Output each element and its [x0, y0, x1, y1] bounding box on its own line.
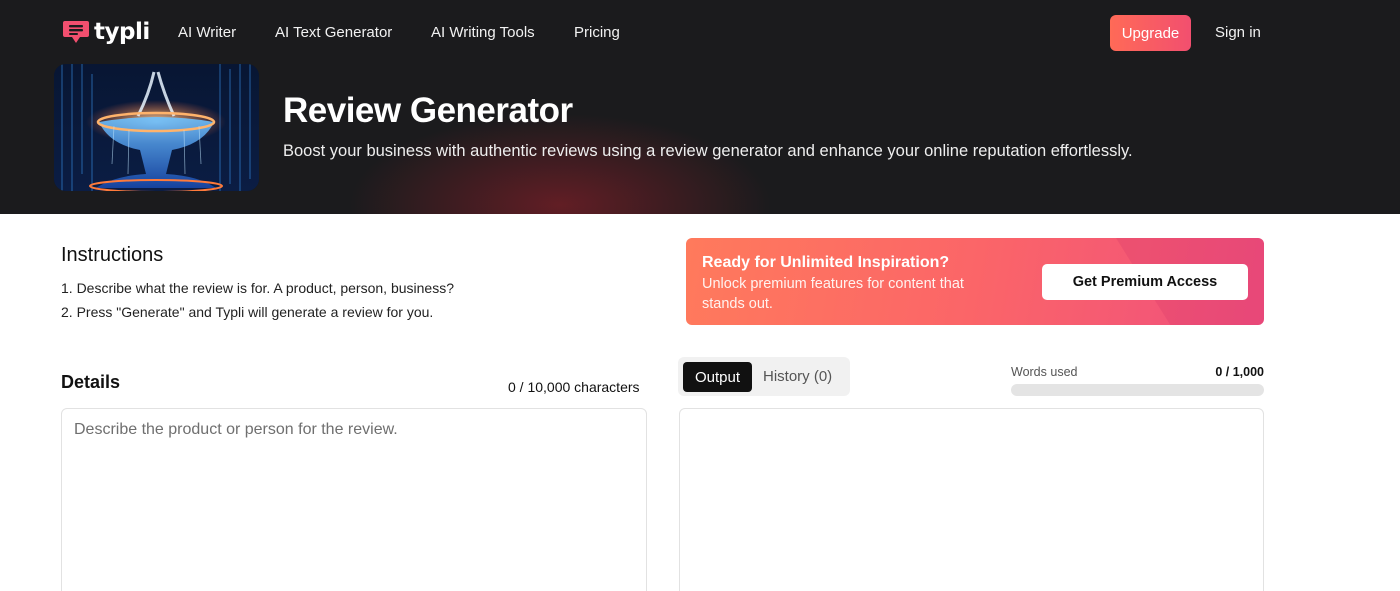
details-input[interactable]	[61, 408, 647, 591]
nav-link-ai-writer[interactable]: AI Writer	[178, 24, 236, 41]
sign-in-link[interactable]: Sign in	[1215, 24, 1261, 41]
get-premium-access-button[interactable]: Get Premium Access	[1042, 264, 1248, 300]
output-area[interactable]	[679, 408, 1264, 591]
hero-header: typli AI Writer AI Text Generator AI Wri…	[0, 0, 1400, 214]
page-title: Review Generator	[283, 91, 573, 130]
instruction-step-2: 2. Press "Generate" and Typli will gener…	[61, 304, 434, 320]
words-used-label: Words used	[1011, 365, 1078, 379]
premium-promo-banner: Ready for Unlimited Inspiration? Unlock …	[686, 238, 1264, 325]
page-subtitle: Boost your business with authentic revie…	[283, 142, 1133, 160]
tab-history[interactable]: History (0)	[763, 368, 832, 385]
logo[interactable]: typli	[61, 17, 150, 47]
promo-text: Unlock premium features for content that…	[702, 276, 964, 312]
words-used-progress-bar	[1011, 384, 1264, 396]
nav-link-ai-writing-tools[interactable]: AI Writing Tools	[431, 24, 535, 41]
typli-logo-icon	[63, 21, 89, 43]
top-nav: typli AI Writer AI Text Generator AI Wri…	[0, 0, 1400, 66]
instructions-title: Instructions	[61, 244, 164, 266]
tab-output[interactable]: Output	[683, 362, 752, 392]
upgrade-button[interactable]: Upgrade	[1110, 15, 1191, 51]
fountain-illustration-icon	[54, 64, 259, 191]
instruction-step-1: 1. Describe what the review is for. A pr…	[61, 280, 454, 296]
character-count: 0 / 10,000 characters	[508, 379, 640, 395]
nav-link-ai-text-generator[interactable]: AI Text Generator	[275, 24, 392, 41]
promo-title: Ready for Unlimited Inspiration?	[702, 254, 950, 271]
details-title: Details	[61, 372, 121, 392]
logo-text: typli	[94, 19, 150, 45]
output-tabs: Output History (0)	[678, 357, 850, 396]
nav-link-pricing[interactable]: Pricing	[574, 24, 620, 41]
words-used-value: 0 / 1,000	[1215, 365, 1264, 379]
hero-image	[54, 64, 259, 191]
